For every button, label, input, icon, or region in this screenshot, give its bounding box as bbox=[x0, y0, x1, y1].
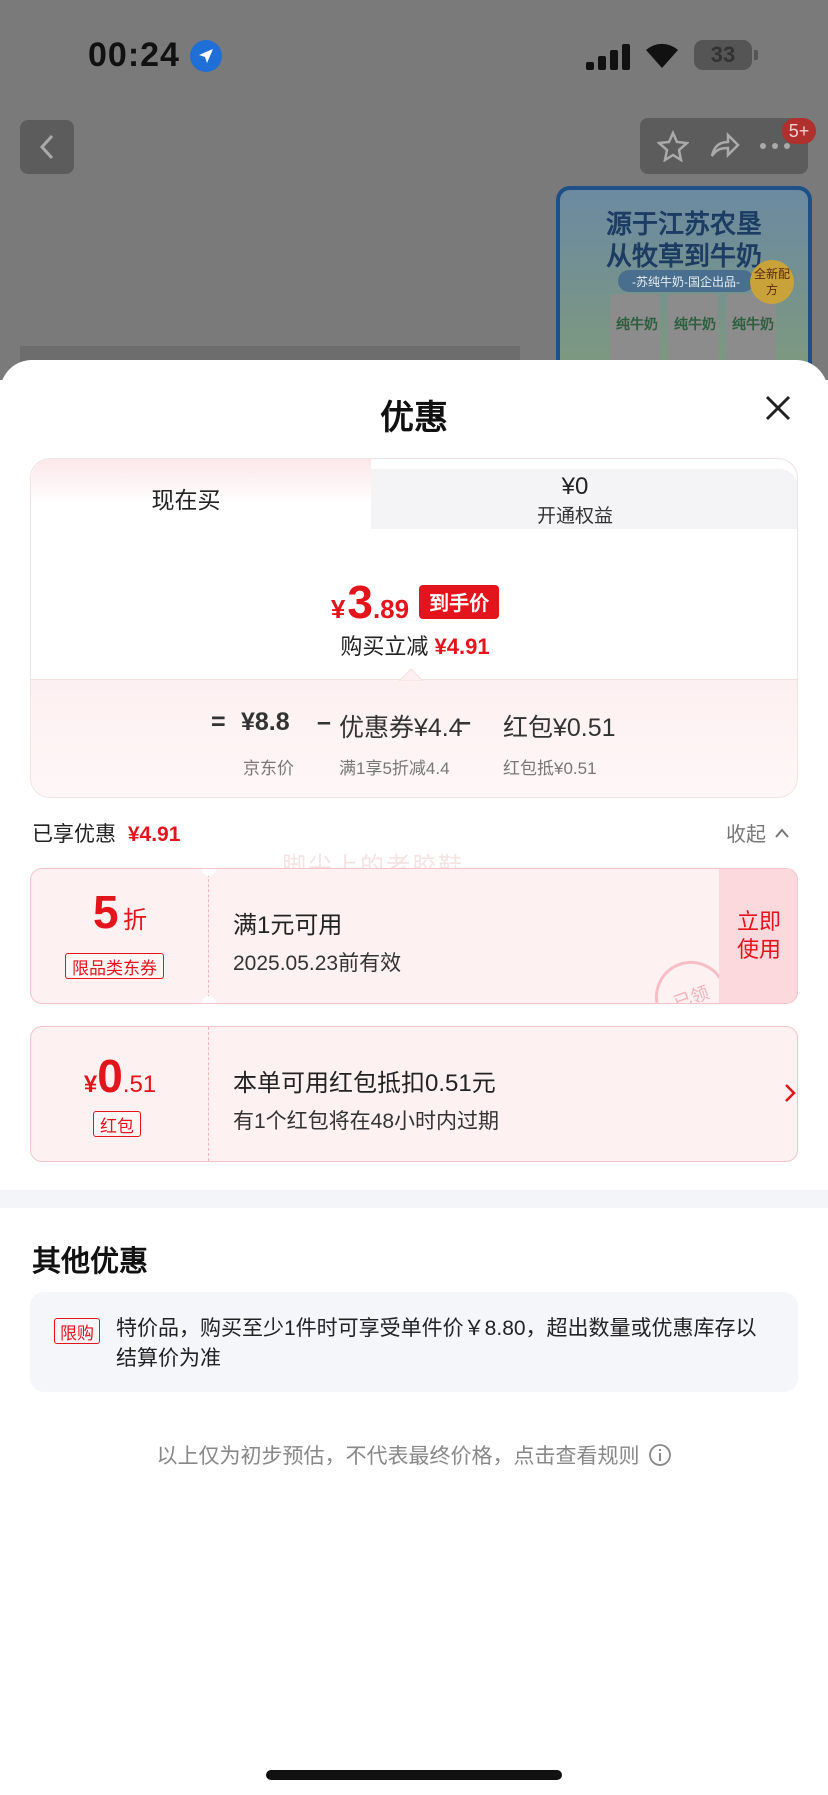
collapse-button[interactable]: 收起 bbox=[726, 818, 790, 847]
instant-savings-value: ¥4.91 bbox=[434, 634, 490, 659]
chevron-left-icon bbox=[39, 134, 54, 160]
other-discounts-title: 其他优惠 bbox=[32, 1246, 149, 1278]
final-price-tag: 到手价 bbox=[419, 584, 500, 619]
product-page-background: 00:24 33 5+ 源于江苏农垦 从牧草到牛奶 -苏纯牛奶-国企出品- 纯牛… bbox=[0, 0, 828, 380]
instant-savings: 购买立减 ¥4.91 bbox=[31, 629, 797, 661]
enjoyed-label: 已享优惠 bbox=[32, 823, 116, 846]
home-indicator[interactable] bbox=[266, 1770, 562, 1780]
coupon-title: 满1元可用 bbox=[233, 912, 343, 939]
final-price-decimal: .89 bbox=[372, 594, 410, 624]
use-now-label: 立即使用 bbox=[736, 909, 781, 962]
formula-coupon: 优惠券¥4.4 bbox=[339, 714, 463, 742]
carton-label: 纯牛奶 bbox=[732, 316, 774, 332]
instant-savings-label: 购买立减 bbox=[340, 634, 429, 659]
chevron-up-icon bbox=[775, 827, 789, 838]
jd-price-label: 京东价 bbox=[243, 759, 294, 778]
final-price-integer: 3 bbox=[347, 576, 373, 628]
coupon-type-badge: 限品类东券 bbox=[65, 953, 164, 979]
formula-minus: – bbox=[457, 708, 471, 736]
chevron-right-icon[interactable] bbox=[783, 1081, 797, 1105]
purchase-tabs: ¥0 开通权益 现在买 bbox=[31, 459, 797, 533]
coupon-type-badge: 红包 bbox=[93, 1111, 141, 1137]
price-breakdown-card: ¥0 开通权益 现在买 ¥ 3 .89 到手价 购买立减 ¥4.91 = ¥8.… bbox=[30, 458, 798, 798]
red-packet-amount: ¥0.51 bbox=[31, 1049, 209, 1103]
product-image-line3: -苏纯牛奶-国企出品- bbox=[618, 270, 754, 292]
coupon-label: 满1享5折减4.4 bbox=[339, 759, 450, 778]
formula-red-packet: 红包¥0.51 bbox=[503, 714, 616, 742]
red-packet-decimal: .51 bbox=[122, 1071, 157, 1098]
formula-equals: = bbox=[211, 708, 226, 736]
red-packet-expiry: 有1个红包将在48小时内过期 bbox=[233, 1110, 500, 1133]
price-formula: = ¥8.8 – 优惠券¥4.4 – 红包¥0.51 京东价 满1享5折减4.4… bbox=[31, 679, 797, 797]
tab-buy-now-label: 现在买 bbox=[151, 487, 221, 513]
formula-jd-price: ¥8.8 bbox=[241, 708, 290, 736]
cellular-signal-icon bbox=[586, 44, 630, 70]
message-badge: 5+ bbox=[782, 118, 816, 144]
carton-label: 纯牛奶 bbox=[616, 316, 658, 332]
share-icon[interactable] bbox=[704, 126, 744, 166]
coupon-discount-unit: 折 bbox=[123, 907, 148, 934]
coupon-notch bbox=[202, 996, 216, 1003]
red-packet-title: 本单可用红包抵扣0.51元 bbox=[233, 1070, 496, 1097]
carton-label: 纯牛奶 bbox=[674, 316, 716, 332]
battery-icon: 33 bbox=[694, 40, 758, 70]
formula-pointer-icon bbox=[399, 668, 423, 681]
close-icon bbox=[765, 395, 791, 421]
tab-membership-label: 开通权益 bbox=[536, 506, 613, 527]
status-time: 00:24 bbox=[88, 36, 180, 74]
coupon-discount-value: 5 bbox=[92, 886, 119, 938]
purchase-limit-tag: 限购 bbox=[54, 1318, 100, 1344]
close-button[interactable] bbox=[756, 386, 800, 430]
sheet-title: 优惠 bbox=[380, 399, 448, 437]
product-image[interactable]: 源于江苏农垦 从牧草到牛奶 -苏纯牛奶-国企出品- 纯牛奶 纯牛奶 纯牛奶 全新… bbox=[556, 186, 812, 380]
price-rule-link[interactable]: 以上仅为初步预估，不代表最终价格，点击查看规则 bbox=[0, 1440, 828, 1470]
red-packet-integer: 0 bbox=[97, 1050, 123, 1102]
formula-values: = ¥8.8 – 优惠券¥4.4 – 红包¥0.51 bbox=[31, 708, 797, 742]
location-arrow-icon bbox=[190, 40, 222, 72]
red-packet-coupon[interactable]: ¥0.51 红包 本单可用红包抵扣0.51元 有1个红包将在48小时内过期 bbox=[30, 1026, 798, 1162]
use-now-button[interactable]: 立即使用 bbox=[719, 869, 797, 1003]
red-packet-label: 红包抵¥0.51 bbox=[503, 759, 597, 778]
coupon-value-area: 5 折 限品类东券 bbox=[31, 869, 209, 1003]
status-bar: 00:24 33 bbox=[0, 0, 828, 110]
formula-minus: – bbox=[317, 708, 331, 736]
enjoyed-value: ¥4.91 bbox=[127, 823, 181, 846]
discount-sheet: 优惠 ¥0 开通权益 现在买 ¥ 3 .89 到手价 购买立减 ¥4.91 = bbox=[0, 360, 828, 1795]
coupon-notch bbox=[202, 869, 216, 876]
section-divider bbox=[0, 1190, 828, 1208]
final-price-currency: ¥ bbox=[330, 594, 346, 624]
new-formula-badge: 全新配方 bbox=[750, 260, 794, 304]
discount-coupon[interactable]: 5 折 限品类东券 满1元可用 2025.05.23前有效 已领 立即使用 bbox=[30, 868, 798, 1004]
tab-buy-now[interactable]: 现在买 bbox=[31, 459, 371, 533]
battery-level: 33 bbox=[710, 42, 736, 67]
tab-membership-value: ¥0 bbox=[561, 473, 589, 500]
red-packet-currency: ¥ bbox=[83, 1071, 98, 1098]
coupon-discount: 5 折 bbox=[31, 885, 209, 939]
enjoyed-discount: 已享优惠 ¥4.91 bbox=[32, 818, 180, 848]
info-icon bbox=[648, 1444, 671, 1466]
back-button[interactable] bbox=[20, 120, 74, 174]
coupon-value-area: ¥0.51 红包 bbox=[31, 1027, 209, 1161]
other-discount-item: 限购 特价品，购买至少1件时可享受单件价￥8.80，超出数量或优惠库存以结算价为… bbox=[30, 1292, 798, 1392]
tab-membership[interactable]: ¥0 开通权益 bbox=[351, 469, 797, 529]
final-price: ¥ 3 .89 到手价 bbox=[31, 575, 797, 629]
wifi-icon bbox=[642, 40, 682, 70]
disclaimer-text: 以上仅为初步预估，不代表最终价格，点击查看规则 bbox=[156, 1445, 640, 1468]
star-icon[interactable] bbox=[653, 126, 693, 166]
coupon-expiry: 2025.05.23前有效 bbox=[233, 952, 402, 975]
collapse-label: 收起 bbox=[726, 824, 766, 846]
other-discount-text: 特价品，购买至少1件时可享受单件价￥8.80，超出数量或优惠库存以结算价为准 bbox=[116, 1317, 757, 1370]
